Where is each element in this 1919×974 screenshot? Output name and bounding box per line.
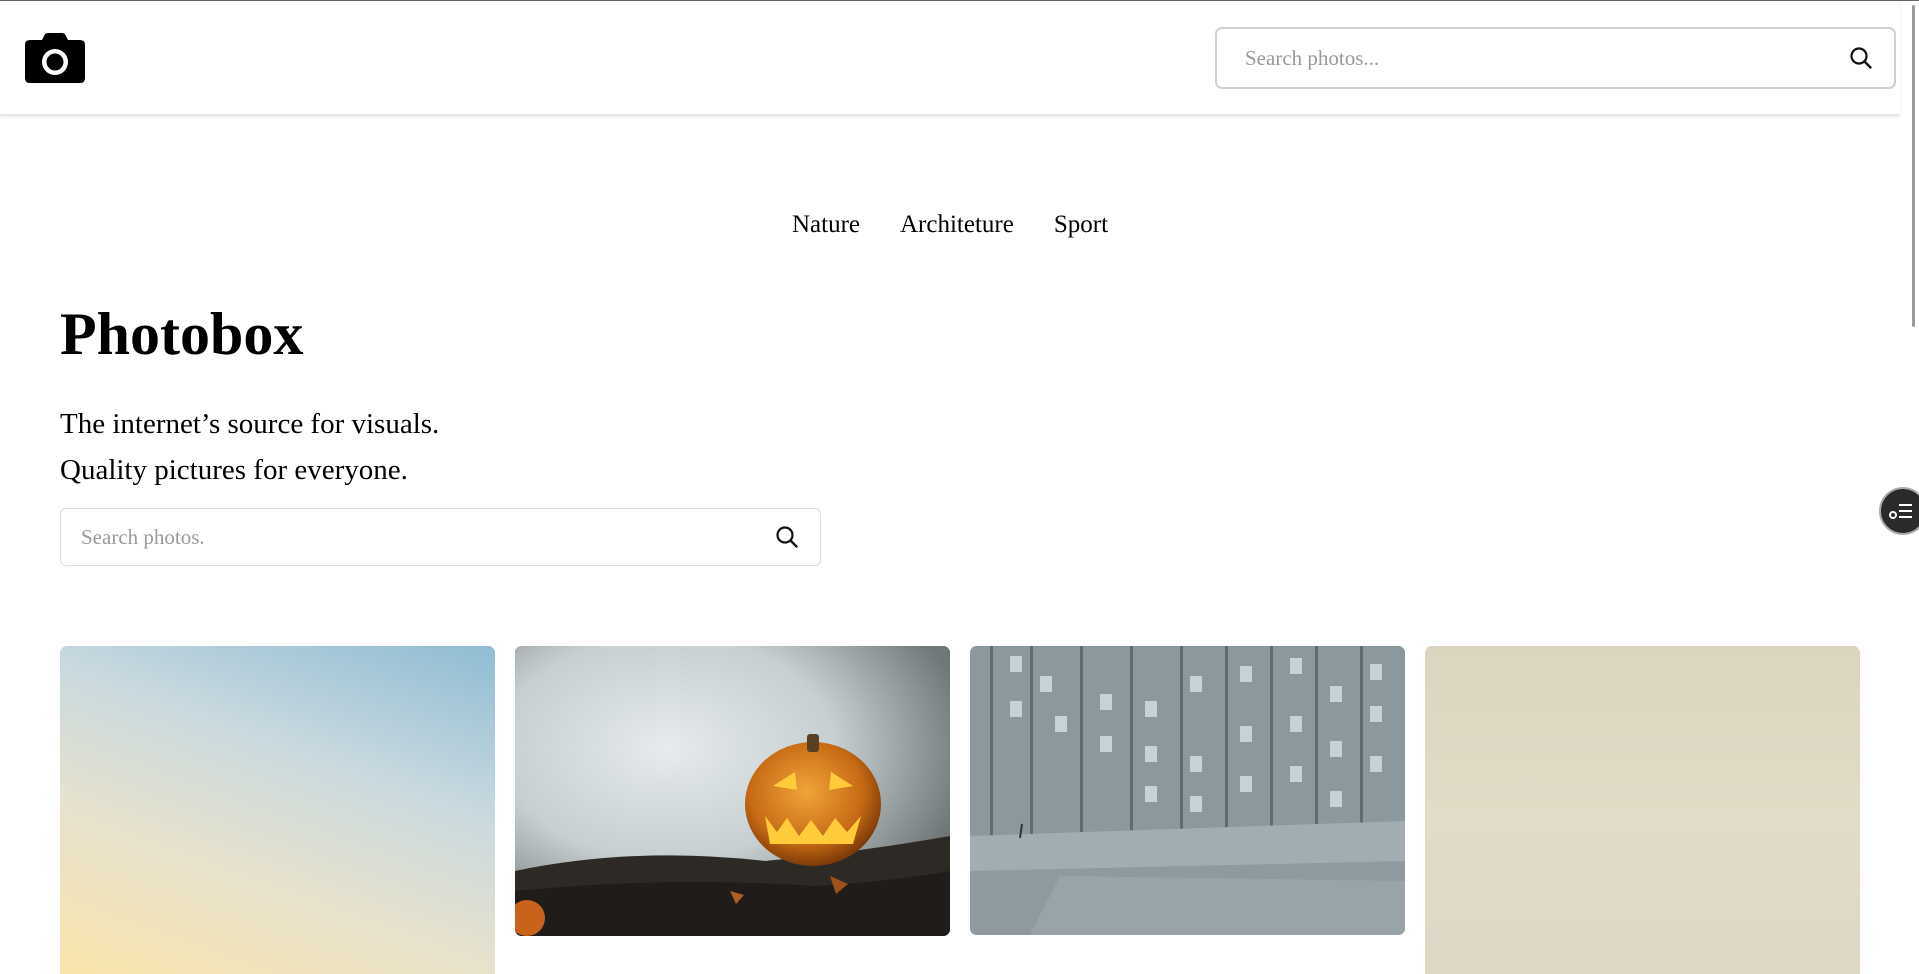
category-nav: Nature Architeture Sport [0, 211, 1900, 239]
nav-item-sport[interactable]: Sport [1054, 211, 1108, 239]
header [0, 1, 1900, 115]
page-title: Photobox [60, 301, 304, 367]
list-settings-icon [1889, 504, 1912, 519]
header-search-input[interactable] [1243, 44, 1848, 72]
hero-subtitle: The internet’s source for visuals. Quali… [60, 401, 439, 493]
search-icon[interactable] [1848, 45, 1874, 71]
hero-subtitle-line-1: The internet’s source for visuals. [60, 408, 440, 440]
photo-card-beige[interactable] [1425, 646, 1860, 974]
floating-menu-button[interactable] [1879, 487, 1919, 535]
search-icon[interactable] [774, 524, 800, 550]
nav-item-nature[interactable]: Nature [792, 211, 860, 239]
nav-item-architeture[interactable]: Architeture [900, 211, 1014, 239]
camera-icon[interactable] [24, 32, 86, 84]
header-search-box[interactable] [1215, 27, 1896, 89]
hero-search-box[interactable] [60, 508, 821, 566]
hero-search-input[interactable] [79, 523, 774, 551]
hero-subtitle-line-2: Quality pictures for everyone. [60, 454, 408, 486]
scrollbar-thumb[interactable] [1912, 5, 1915, 327]
photo-card-pumpkin[interactable] [515, 646, 950, 936]
photo-card-sky[interactable] [60, 646, 495, 974]
app: Nature Architeture Sport Photobox The in… [0, 0, 1919, 974]
photo-card-building[interactable] [970, 646, 1405, 935]
